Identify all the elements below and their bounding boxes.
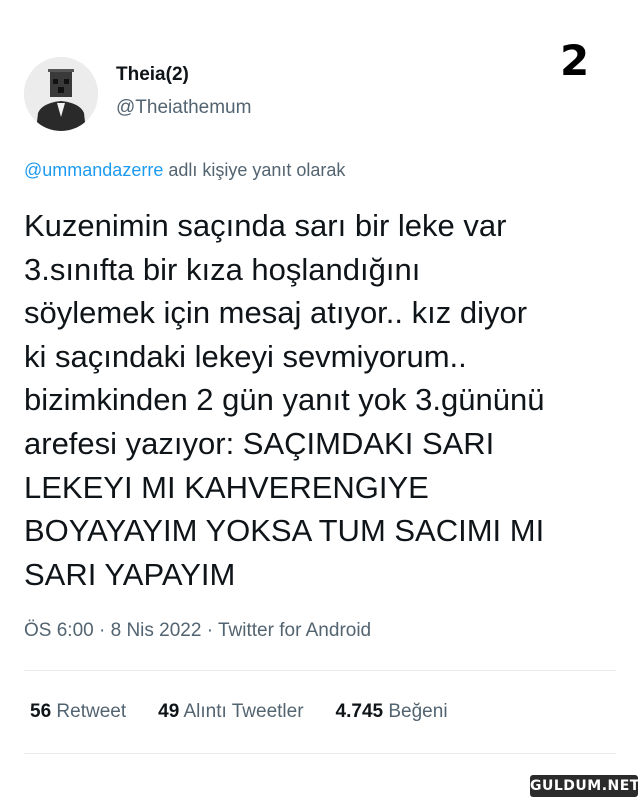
tweet-line: 3.sınıfta bir kıza hoşlandığını [24,251,421,287]
tweet-line: BOYAYAYIM YOKSA TUM SACIMI MI [24,513,545,549]
tweet-stats: 56 Retweet 49 Alıntı Tweetler 4.745 Beğe… [30,701,448,723]
reply-context-text: adlı kişiye yanıt olarak [163,160,346,180]
reply-mention-link[interactable]: @ummandazerre [24,160,163,180]
meta-separator: · [93,620,111,641]
likes-count: 4.745 [335,701,384,722]
divider [24,670,616,671]
tweet-text: Kuzenimin saçında sarı bir leke var 3.sı… [24,204,620,596]
corner-number: 2 [560,36,590,85]
meta-separator: · [201,620,218,641]
retweets-stat[interactable]: 56 Retweet [30,701,126,723]
tweet-line: bizimkinden 2 gün yanıt yok 3.gününü [24,382,545,418]
tweet-line: ki saçındaki lekeyi sevmiyorum.. [24,338,467,374]
quotes-count: 49 [158,701,180,722]
quotes-stat[interactable]: 49 Alıntı Tweetler [158,701,303,723]
likes-label: Beğeni [383,701,448,722]
divider [24,753,616,754]
tweet-source[interactable]: Twitter for Android [218,620,371,641]
retweets-label: Retweet [51,701,127,722]
quotes-label: Alıntı Tweetler [179,701,304,722]
display-name[interactable]: Theia(2) [116,64,189,86]
likes-stat[interactable]: 4.745 Beğeni [336,701,448,723]
tweet-line: söylemek için mesaj atıyor.. kız diyor [24,295,528,331]
user-handle[interactable]: @Theiathemum [116,97,251,119]
tweet-line: SARI YAPAYIM [24,556,236,592]
tweet-time[interactable]: ÖS 6:00 [24,620,94,641]
tweet-line: LEKEYI MI KAHVERENGIYE [24,469,429,505]
masked-person-avatar-icon [24,57,98,131]
reply-context: @ummandazerre adlı kişiye yanıt olarak [24,160,345,181]
tweet-line: Kuzenimin saçında sarı bir leke var [24,208,507,243]
watermark-logo: GULDUM.NET [530,775,639,797]
tweet-card: Theia(2) @Theiathemum 2 @ummandazerre ad… [0,0,640,800]
tweet-date[interactable]: 8 Nis 2022 [111,620,202,641]
tweet-line: arefesi yazıyor: SAÇIMDAKI SARI [24,425,495,461]
avatar[interactable] [24,57,98,131]
tweet-meta: ÖS 6:00 · 8 Nis 2022 · Twitter for Andro… [24,620,371,642]
retweets-count: 56 [30,701,52,722]
